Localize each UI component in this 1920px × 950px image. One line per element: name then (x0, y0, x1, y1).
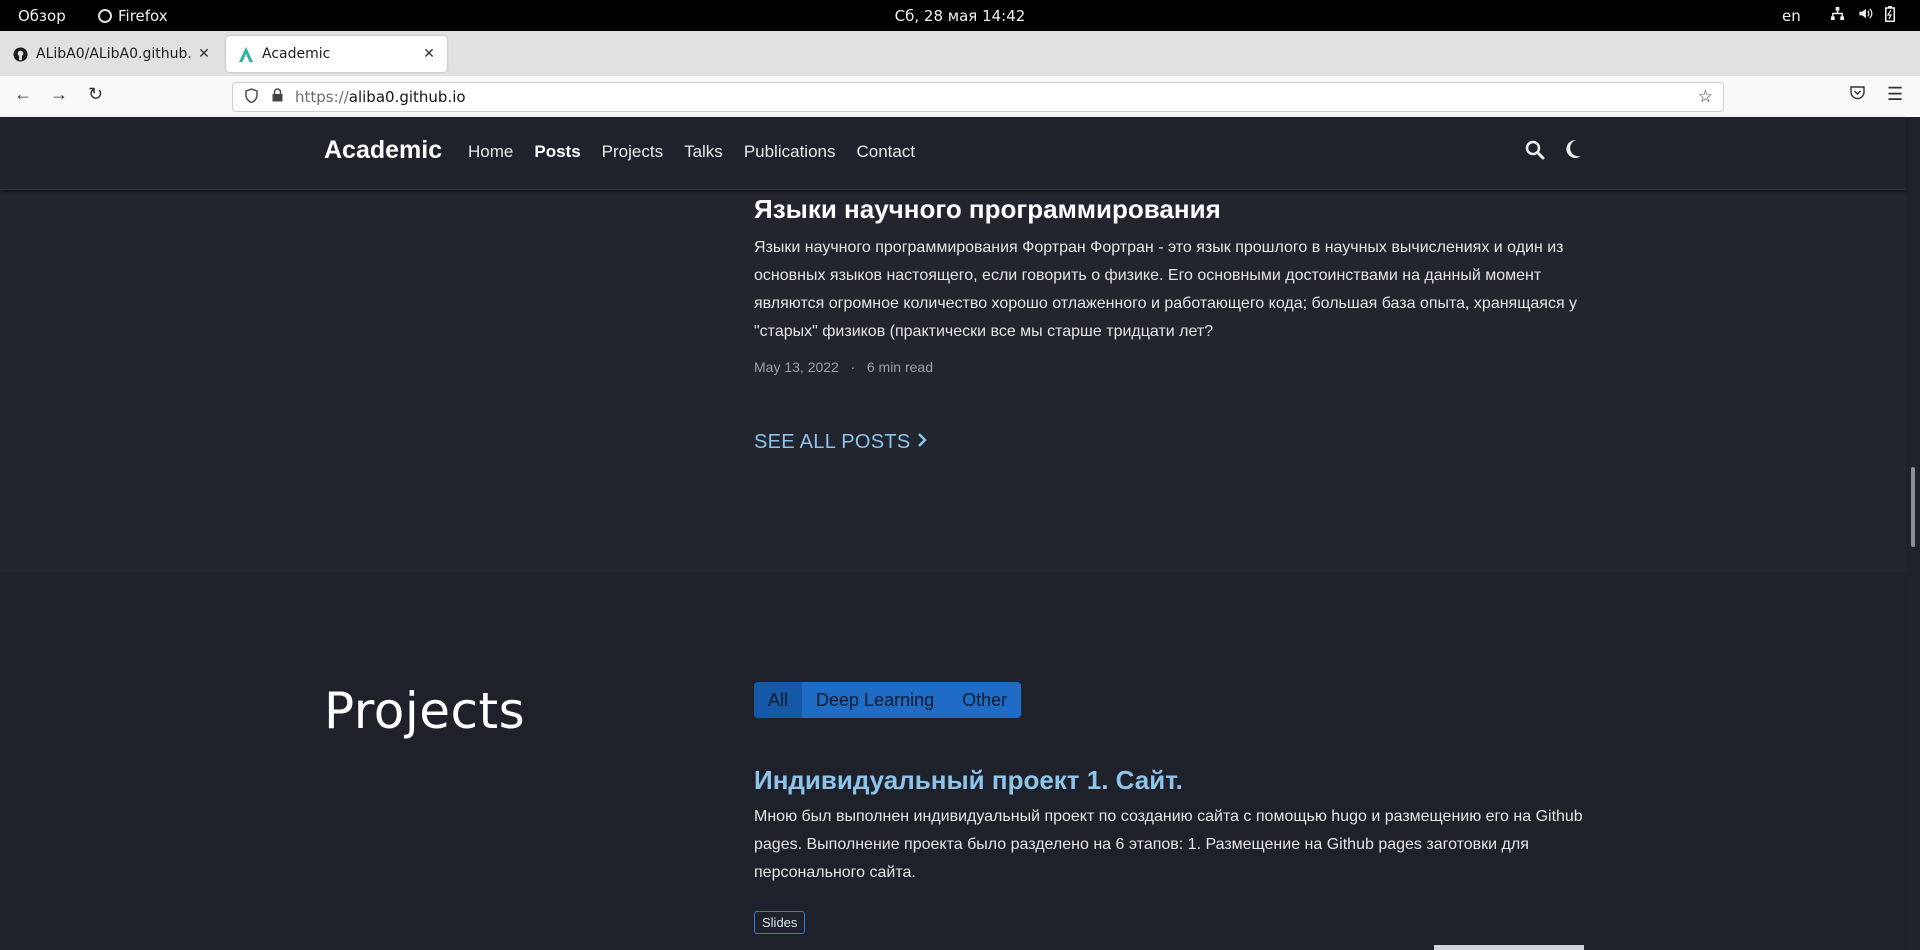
clock[interactable]: Сб, 28 мая 14:42 (0, 7, 1920, 25)
see-all-label: SEE ALL POSTS (754, 431, 911, 453)
slides-button[interactable]: Slides (754, 911, 806, 934)
meta-separator: · (850, 359, 856, 375)
site-nav-links: Home Posts Projects Talks Publications C… (468, 142, 936, 162)
url-text[interactable]: https://aliba0.github.io (295, 88, 466, 106)
projects-heading: Projects (324, 682, 526, 740)
back-icon[interactable]: ← (14, 84, 32, 105)
reload-icon[interactable]: ↻ (88, 84, 103, 105)
project-filter-group: All Deep Learning Other (754, 682, 1022, 718)
nav-home[interactable]: Home (468, 142, 513, 162)
project-thumbnail[interactable] (1434, 945, 1584, 950)
post-read-time: 6 min read (866, 359, 934, 375)
post-summary: Языки научного программирования Фортран … (754, 239, 1578, 340)
close-tab-icon[interactable]: ✕ (417, 46, 441, 62)
bookmark-star-icon[interactable]: ☆ (1698, 87, 1713, 107)
tab-github[interactable]: ALibA0/ALibA0.github.io ✕ (0, 36, 222, 72)
forward-icon[interactable]: → (50, 84, 68, 105)
browser-toolbar: ← → ↻ https://aliba0.github.io ☆ ☰ (0, 76, 1920, 118)
github-icon (12, 46, 28, 62)
project-title[interactable]: Индивидуальный проект 1. Сайт. (754, 765, 1183, 796)
filter-other[interactable]: Other (948, 682, 1021, 718)
dark-mode-moon-icon[interactable] (1564, 139, 1582, 165)
battery-icon (1885, 6, 1895, 26)
filter-deep-learning[interactable]: Deep Learning (802, 682, 948, 718)
system-tray[interactable] (1830, 6, 1895, 26)
recent-posts-section: Языки научного программирования Языки на… (0, 189, 1906, 572)
post-title[interactable]: Языки научного программирования (754, 194, 1221, 225)
lock-icon[interactable] (272, 88, 283, 106)
nav-talks[interactable]: Talks (684, 142, 723, 162)
post-meta: May 13, 2022 · 6 min read (754, 359, 933, 375)
nav-projects[interactable]: Projects (602, 142, 663, 162)
academic-icon (238, 46, 254, 62)
nav-contact[interactable]: Contact (856, 142, 915, 162)
page-scrollbar[interactable] (1906, 117, 1920, 950)
close-tab-icon[interactable]: ✕ (192, 46, 216, 62)
network-icon (1830, 6, 1845, 26)
shield-icon[interactable] (245, 87, 258, 107)
search-icon[interactable] (1525, 140, 1545, 165)
url-bar[interactable]: https://aliba0.github.io ☆ (232, 82, 1724, 112)
system-top-bar: Обзор Firefox Сб, 28 мая 14:42 en (0, 0, 1920, 31)
project-summary: Мною был выполнен индивидуальный проект … (754, 808, 1583, 881)
menu-icon[interactable]: ☰ (1887, 84, 1903, 105)
volume-icon (1857, 6, 1873, 26)
chevron-right-icon (917, 431, 927, 454)
filter-all[interactable]: All (754, 682, 803, 718)
tab-strip: ALibA0/ALibA0.github.io ✕ Academic ✕ + ✕ (0, 31, 1920, 96)
projects-section: Projects All Deep Learning Other Индивид… (0, 572, 1906, 950)
tab-title: Academic (262, 46, 331, 62)
site-brand[interactable]: Academic (324, 136, 442, 165)
pocket-icon[interactable] (1850, 86, 1865, 105)
language-indicator[interactable]: en (1782, 7, 1801, 25)
scrollbar-thumb[interactable] (1911, 467, 1915, 547)
post-date: May 13, 2022 (754, 359, 839, 375)
nav-publications[interactable]: Publications (744, 142, 836, 162)
see-all-posts-link[interactable]: SEE ALL POSTS (754, 431, 927, 454)
tab-academic[interactable]: Academic ✕ (226, 36, 447, 72)
nav-posts[interactable]: Posts (534, 142, 580, 162)
site-navbar: Academic Home Posts Projects Talks Publi… (0, 117, 1906, 190)
tab-title: ALibA0/ALibA0.github.io (36, 46, 192, 62)
